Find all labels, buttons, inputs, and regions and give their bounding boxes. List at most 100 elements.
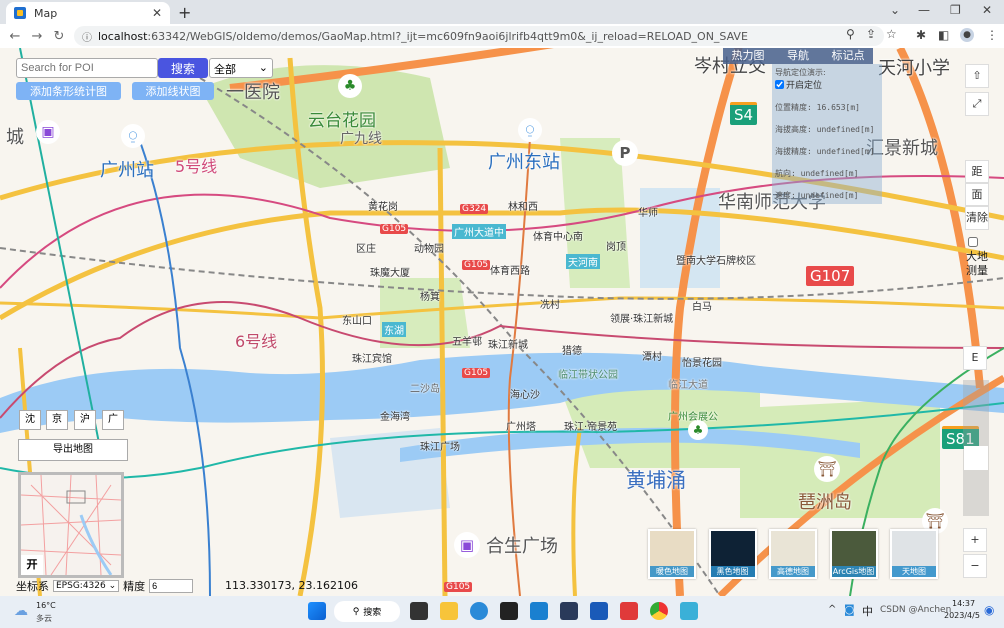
webstorm-icon[interactable] [500, 602, 518, 620]
task-view-icon[interactable] [410, 602, 428, 620]
map-label: 五羊邨 [452, 337, 482, 348]
parking-icon[interactable]: P [612, 140, 638, 166]
city-button-guangzhou[interactable]: 广 [102, 410, 124, 430]
city-button-beijing[interactable]: 京 [46, 410, 68, 430]
basemap-option[interactable]: 暖色地图 [648, 529, 696, 579]
map-label: 潭村 [642, 352, 662, 363]
basemap-option[interactable]: 黑色地图 [708, 529, 757, 579]
train-station-icon[interactable]: ⍜ [121, 124, 145, 148]
altitude: 海拔高度: undefined[m] [775, 125, 875, 134]
tab-markers[interactable]: 标记点 [823, 48, 873, 64]
cat-app-icon[interactable] [560, 602, 578, 620]
heading: 航向: undefined[m] [775, 169, 859, 178]
notepad-icon[interactable] [680, 602, 698, 620]
landmark-gate-icon[interactable]: ⛩ [814, 456, 840, 482]
location-icon[interactable]: ⚲ [846, 27, 855, 41]
fullscreen-button[interactable]: ⤢ [965, 92, 989, 116]
east-direction-button[interactable]: E [963, 346, 987, 370]
basemap-option[interactable]: 高德地图 [769, 529, 817, 579]
weather-temp[interactable]: 16°C [36, 601, 56, 610]
map-label: 天河小学 [878, 58, 950, 79]
poi-search-input[interactable] [16, 58, 158, 78]
train-station-icon[interactable]: ⍜ [518, 118, 542, 142]
tab-navigation[interactable]: 导航 [773, 48, 823, 64]
wps-icon[interactable] [620, 602, 638, 620]
basemap-option[interactable]: 天地图 [890, 529, 938, 579]
add-line-chart-button[interactable]: 添加线状图 [132, 82, 214, 100]
clock-date[interactable]: 2023/4/5 [944, 611, 980, 620]
shopping-bag-icon[interactable]: ▣ [454, 532, 480, 558]
side-panel-icon[interactable]: ◧ [938, 28, 949, 42]
crs-label: 坐标系 [16, 580, 49, 593]
back-button[interactable]: ← [4, 29, 26, 44]
bookmark-star-icon[interactable]: ☆ [886, 27, 897, 41]
windows-start-icon[interactable] [308, 602, 326, 620]
reset-north-button[interactable]: ⇧ [965, 64, 989, 88]
enable-location-toggle[interactable]: 开启定位 [775, 78, 879, 91]
tab-heatmap[interactable]: 热力图 [723, 48, 773, 64]
address-bar[interactable]: ⓘ localhost:63342/WebGIS/oldemo/demos/Ga… [74, 26, 897, 46]
close-window-button[interactable]: ✕ [982, 3, 992, 17]
precision-input[interactable] [149, 579, 194, 593]
minimize-button[interactable]: — [918, 3, 930, 17]
map-label: 珠江·帝景苑 [564, 422, 618, 433]
site-info-icon[interactable]: ⓘ [82, 29, 92, 44]
crs-select[interactable]: EPSG:4326 ⌄ [53, 580, 120, 592]
measure-distance-button[interactable]: 距 [965, 160, 989, 183]
chrome-icon[interactable] [650, 602, 668, 620]
forward-button[interactable]: → [26, 29, 48, 44]
profile-avatar[interactable]: ● [960, 28, 974, 42]
map-label: 一医院 [226, 82, 280, 103]
map-label: 珠江广场 [420, 442, 460, 453]
windows-taskbar: ☁ 16°C 多云 ⚲ 搜索 ^ ◙ 中 CSDN @Anchen 14:37 … [0, 596, 1004, 628]
overview-toggle-button[interactable]: 开 [21, 555, 43, 575]
zoom-out-button[interactable]: − [963, 554, 987, 578]
park-tree-icon[interactable]: ♣ [338, 74, 362, 98]
clear-measure-button[interactable]: 清除 [965, 206, 989, 230]
file-explorer-icon[interactable] [440, 602, 458, 620]
add-bar-chart-button[interactable]: 添加条形统计图 [16, 82, 121, 100]
geodesic-checkbox[interactable] [968, 237, 978, 247]
vscode-icon[interactable] [530, 602, 548, 620]
new-tab-button[interactable]: + [178, 3, 191, 22]
park-tree-icon[interactable]: ♣ [688, 420, 708, 440]
export-map-button[interactable]: 导出地图 [18, 439, 128, 461]
map-label: 华师 [638, 208, 658, 219]
tray-overflow-icon[interactable]: ^ [828, 604, 836, 615]
map-label: 广九线 [340, 131, 382, 147]
map-canvas[interactable]: 广州站 广州东站 云台花园 一医院城 5号线 6号线 广九线 黄花岗 林和西 区庄 动物园 体育中心南… [0, 48, 1004, 596]
city-button-shenyang[interactable]: 沈 [19, 410, 41, 430]
zoom-slider-thumb[interactable] [964, 446, 988, 470]
notification-icon[interactable]: ◉ [984, 603, 994, 617]
tray-app-icon[interactable]: ◙ [844, 603, 855, 616]
browser-menu-icon[interactable]: ⋮ [986, 28, 998, 42]
measure-area-button[interactable]: 面 [965, 183, 989, 206]
overview-minimap[interactable]: 开 [18, 472, 124, 578]
city-button-shanghai[interactable]: 沪 [74, 410, 96, 430]
zoom-in-button[interactable]: + [963, 528, 987, 552]
map-label: 合生广场 [486, 536, 558, 557]
clock-time[interactable]: 14:37 [952, 599, 975, 608]
browser-tab[interactable]: Map ✕ [6, 2, 170, 24]
position-accuracy: 位置精度: 16.653[m] [775, 103, 860, 112]
zoom-slider-track[interactable] [963, 380, 989, 516]
maximize-button[interactable]: ❐ [950, 3, 961, 17]
share-icon[interactable]: ⇪ [866, 27, 876, 41]
road-shield: G105 [462, 260, 491, 270]
category-select[interactable]: 全部 ⌄ [209, 58, 273, 78]
word-icon[interactable] [590, 602, 608, 620]
extensions-icon[interactable]: ✱ [916, 28, 926, 42]
taskbar-search-button[interactable]: ⚲ 搜索 [334, 601, 400, 622]
reload-button[interactable]: ↻ [48, 29, 70, 44]
search-icon: ⚲ [352, 606, 360, 617]
shopping-bag-icon[interactable]: ▣ [36, 120, 60, 144]
ime-indicator[interactable]: 中 [862, 603, 873, 619]
tab-search-icon[interactable]: ⌄ [890, 3, 900, 17]
url-host: localhost [98, 29, 148, 43]
edge-browser-icon[interactable] [470, 602, 488, 620]
enable-location-checkbox[interactable] [775, 80, 784, 89]
search-button[interactable]: 搜索 [158, 58, 208, 78]
basemap-option[interactable]: ArcGis地图 [829, 529, 878, 579]
geodesic-label: 大地测量 [966, 250, 988, 277]
tab-close-icon[interactable]: ✕ [152, 6, 162, 20]
